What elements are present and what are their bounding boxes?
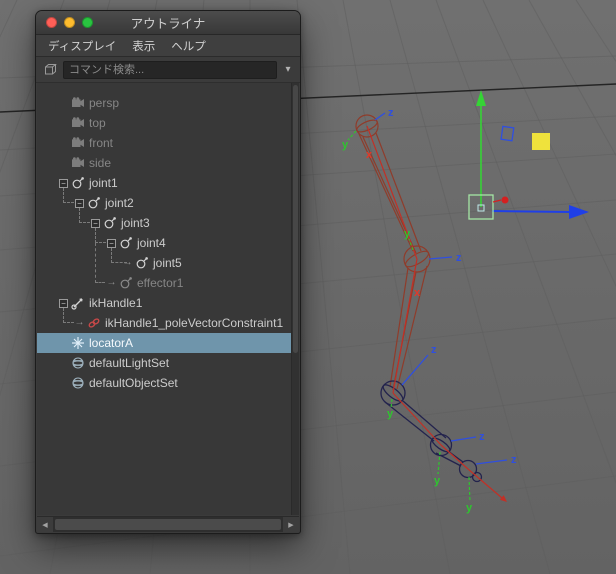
scroll-right-button[interactable]: ▶ (283, 517, 299, 532)
horizontal-scrollbar-thumb[interactable] (55, 519, 281, 530)
collapse-toggle[interactable]: − (75, 198, 84, 208)
tree-item-label: joint1 (89, 176, 118, 190)
outliner-window: アウトライナ ディスプレイ 表示 ヘルプ ▾ (35, 10, 301, 534)
tree-item-defaultlightset[interactable]: defaultLightSet (37, 353, 291, 373)
collapse-toggle[interactable]: − (91, 218, 100, 228)
camera-icon (70, 97, 86, 109)
search-input[interactable] (63, 60, 277, 79)
manipulator-x-handle (501, 196, 509, 204)
axis-labels: z y x z y x z y z y z y (342, 107, 517, 514)
tree-item-label: defaultObjectSet (89, 376, 178, 390)
menu-bar: ディスプレイ 表示 ヘルプ (36, 35, 300, 57)
tree-connector: → (122, 257, 133, 268)
maya-application: z y x z y x z y z y z y アウトライナ ディスプレイ 表示 (0, 0, 616, 574)
tree-item-label: side (89, 156, 112, 170)
tree-item-side[interactable]: side (37, 153, 291, 173)
collapse-toggle[interactable]: − (107, 238, 116, 248)
set-icon (70, 376, 86, 390)
joint-icon (134, 256, 150, 270)
title-bar[interactable]: アウトライナ (36, 11, 300, 35)
tree-connector: → (106, 277, 117, 288)
collapse-toggle[interactable]: − (59, 298, 68, 308)
skeleton-wireframe[interactable] (347, 112, 508, 503)
svg-text:y: y (387, 408, 394, 420)
svg-text:z: z (511, 454, 517, 466)
scroll-left-button[interactable]: ◀ (37, 517, 53, 532)
tree-item-locatora[interactable]: locatorA (37, 333, 291, 353)
zoom-button[interactable] (82, 17, 93, 28)
collapse-toggle[interactable]: − (59, 178, 68, 188)
tree-item-label: top (89, 116, 106, 130)
menu-display[interactable]: ディスプレイ (48, 38, 116, 54)
minimize-button[interactable] (64, 17, 75, 28)
tree-item-top[interactable]: top (37, 113, 291, 133)
tree-item-label: ikHandle1_poleVectorConstraint1 (105, 316, 284, 330)
joint-icon (86, 196, 102, 210)
menu-show[interactable]: 表示 (132, 38, 155, 54)
ik-handle-icon (70, 296, 86, 310)
joint-icon (70, 176, 86, 190)
tree-item-polevectorconstraint[interactable]: → ikHandle1_poleVectorConstraint1 (37, 313, 291, 333)
outliner-tree: persp top front side − joint1 − joint2 −… (37, 83, 291, 515)
tree-item-label: effector1 (137, 276, 184, 290)
svg-text:y: y (342, 139, 349, 151)
tree-item-label: joint5 (153, 256, 182, 270)
close-button[interactable] (46, 17, 57, 28)
tree-item-persp[interactable]: persp (37, 93, 291, 113)
tree-item-joint2[interactable]: − joint2 (37, 193, 291, 213)
horizontal-scrollbar[interactable]: ◀ ▶ (37, 516, 299, 532)
filter-icon[interactable] (42, 63, 58, 76)
tree-item-label: persp (89, 96, 120, 110)
tree-connector: → (74, 317, 85, 328)
tree-item-front[interactable]: front (37, 133, 291, 153)
blue-marker-box (500, 125, 515, 142)
tree-item-defaultobjectset[interactable]: defaultObjectSet (37, 373, 291, 393)
tree-item-label: joint2 (105, 196, 134, 210)
camera-icon (70, 157, 86, 169)
tree-item-joint3[interactable]: − joint3 (37, 213, 291, 233)
svg-text:z: z (479, 431, 485, 443)
joint-icon (102, 216, 118, 230)
tree-item-label: ikHandle1 (89, 296, 143, 310)
camera-icon (70, 117, 86, 129)
search-row: ▾ (36, 57, 300, 83)
set-icon (70, 356, 86, 370)
joint-icon (118, 236, 134, 250)
search-dropdown-button[interactable]: ▾ (282, 64, 294, 75)
svg-text:y: y (404, 228, 411, 240)
yellow-marker (532, 133, 550, 150)
svg-text:z: z (431, 344, 437, 356)
tree-item-joint4[interactable]: − joint4 (37, 233, 291, 253)
tree-item-joint5[interactable]: → joint5 (37, 253, 291, 273)
svg-text:x: x (366, 149, 373, 161)
red-axis-arrowhead (499, 495, 507, 502)
tree-item-joint1[interactable]: − joint1 (37, 173, 291, 193)
tree-item-label: defaultLightSet (89, 356, 170, 370)
svg-text:z: z (388, 107, 394, 119)
svg-text:z: z (456, 252, 462, 264)
tree-item-label: joint4 (137, 236, 166, 250)
tree-item-effector1[interactable]: → effector1 (37, 273, 291, 293)
tree-item-label: front (89, 136, 114, 150)
locator-icon (70, 336, 86, 350)
vertical-scrollbar-thumb[interactable] (293, 85, 298, 353)
camera-icon (70, 137, 86, 149)
svg-text:y: y (434, 475, 441, 487)
tree-item-ikhandle1[interactable]: − ikHandle1 (37, 293, 291, 313)
svg-text:x: x (414, 287, 421, 299)
manipulator-z-axis (491, 210, 572, 213)
manipulator-y-arrowhead (476, 90, 486, 106)
effector-icon (118, 276, 134, 290)
horizontal-scrollbar-track[interactable] (53, 517, 283, 532)
menu-help[interactable]: ヘルプ (171, 38, 206, 54)
svg-text:y: y (466, 502, 473, 514)
tree-item-label: joint3 (121, 216, 150, 230)
constraint-icon (86, 316, 102, 330)
tree-item-label: locatorA (89, 336, 134, 350)
move-manipulator[interactable] (468, 90, 589, 220)
vertical-scrollbar[interactable] (291, 83, 299, 515)
